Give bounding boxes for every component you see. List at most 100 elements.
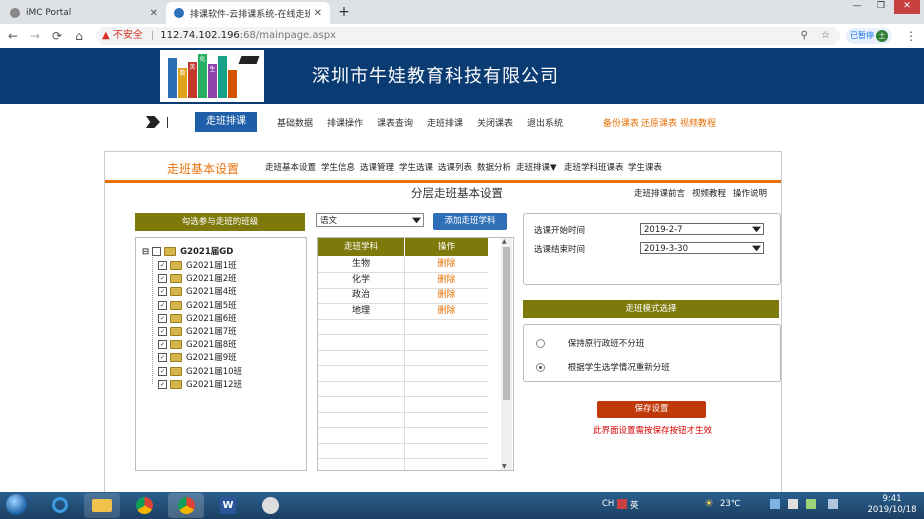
subject-select[interactable]: 语文 — [316, 213, 424, 227]
start-button[interactable] — [6, 494, 27, 515]
scroll-down-icon[interactable]: ▼ — [502, 463, 507, 470]
subject-table: 走班学科 操作 生物 删除 化学 删除 政治 删除 地理 删除 ▲ ▼ — [317, 237, 514, 471]
sub-nav-item[interactable]: 走班学科班课表 — [564, 161, 624, 173]
link-instructions[interactable]: 操作说明 — [733, 187, 767, 199]
tree-item-class[interactable]: ✓ G2021届4班 — [158, 285, 237, 297]
delete-link[interactable]: 删除 — [405, 288, 488, 303]
insecure-label[interactable]: 不安全 — [113, 30, 143, 41]
minimize-button[interactable]: — — [846, 0, 868, 14]
ime-mode-label[interactable]: 英 — [630, 499, 639, 511]
link-preface[interactable]: 走班排课前言 — [634, 187, 685, 199]
sub-nav-item[interactable]: 选课列表 — [438, 161, 472, 173]
tree-item-class[interactable]: ✓ G2021届7班 — [158, 325, 237, 337]
menu-arrow-icon[interactable] — [146, 116, 160, 128]
nav-item-walk-class[interactable]: 走班排课 — [427, 116, 463, 129]
collapse-icon[interactable]: ⊟ — [142, 247, 149, 257]
end-date-field[interactable]: 2019-3-30 — [640, 242, 764, 254]
tree-root[interactable]: ⊟ G2021届GD — [142, 245, 233, 257]
weather-icon[interactable]: ☀ — [704, 497, 714, 510]
network-icon[interactable] — [770, 499, 780, 509]
sub-nav-item[interactable]: 走班基本设置 — [265, 161, 316, 173]
tree-item-class[interactable]: ✓ G2021届9班 — [158, 351, 237, 363]
delete-link[interactable]: 删除 — [405, 257, 488, 272]
word-icon[interactable]: W — [210, 493, 246, 518]
reload-icon[interactable]: ⟳ — [48, 28, 66, 44]
nav-item-basic-data[interactable]: 基础数据 — [277, 116, 313, 129]
root-checkbox[interactable] — [152, 247, 162, 256]
class-checkbox[interactable]: ✓ — [158, 287, 167, 297]
maximize-button[interactable]: ❐ — [870, 0, 892, 14]
radio-button[interactable] — [536, 339, 545, 348]
nav-active-button[interactable]: 走班排课 — [195, 112, 257, 132]
chrome-icon[interactable] — [126, 493, 162, 518]
url-bar[interactable]: ▲ 不安全 | 112.74.102.196:68/mainpage.aspx ⚲ … — [96, 27, 840, 45]
class-checkbox[interactable]: ✓ — [158, 327, 167, 336]
language-indicator[interactable]: CH — [602, 499, 614, 509]
class-checkbox[interactable]: ✓ — [158, 300, 167, 310]
nav-item-scheduling[interactable]: 排课操作 — [327, 116, 363, 129]
link-restore-timetable[interactable]: 还原课表 — [641, 116, 677, 129]
scroll-up-icon[interactable]: ▲ — [502, 238, 507, 245]
class-checkbox[interactable]: ✓ — [158, 313, 167, 323]
nav-item-logout[interactable]: 退出系统 — [527, 116, 563, 129]
scrollbar-thumb[interactable] — [503, 247, 510, 400]
browser-tab-active[interactable]: 排课软件-云排课系统-在线走班排 ✕ — [166, 2, 330, 24]
chrome-icon[interactable] — [168, 493, 204, 518]
link-backup-timetable[interactable]: 备份课表 — [603, 116, 639, 129]
tree-item-class[interactable]: ✓ G2021届8班 — [158, 338, 237, 350]
class-checkbox[interactable]: ✓ — [158, 379, 167, 389]
tree-item-label: G2021届6班 — [186, 313, 237, 324]
sub-nav-item[interactable]: 数据分析 — [477, 161, 511, 173]
action-center-icon[interactable] — [828, 499, 838, 509]
add-subject-button[interactable]: 添加走班学科 — [433, 213, 507, 230]
sub-nav-item[interactable]: 走班排课▼ — [516, 161, 557, 173]
tree-item-class[interactable]: ✓ G2021届6班 — [158, 312, 237, 324]
close-window-button[interactable]: ✕ — [894, 0, 920, 14]
clock[interactable]: 9:41 2019/10/18 — [864, 494, 920, 516]
ie-icon[interactable] — [42, 493, 78, 518]
tree-item-class[interactable]: ✓ G2021届1班 — [158, 259, 237, 271]
tree-item-label: G2021届4班 — [186, 287, 237, 298]
back-icon[interactable]: ← — [4, 28, 22, 44]
tree-item-class[interactable]: ✓ G2021届2班 — [158, 272, 237, 284]
class-checkbox[interactable]: ✓ — [158, 261, 167, 270]
save-settings-button[interactable]: 保存设置 — [597, 401, 706, 418]
new-tab-button[interactable]: + — [334, 3, 354, 21]
ime-icon[interactable] — [617, 499, 627, 509]
forward-icon[interactable]: → — [26, 28, 44, 44]
sub-nav-item[interactable]: 学生选课 — [399, 161, 433, 173]
delete-link[interactable]: 删除 — [405, 304, 488, 319]
battery-icon[interactable] — [806, 499, 816, 509]
sub-nav-item[interactable]: 学生课表 — [628, 161, 662, 173]
class-checkbox[interactable]: ✓ — [158, 353, 167, 363]
tree-item-class[interactable]: ✓ G2021届5班 — [158, 299, 237, 311]
bookmark-star-icon[interactable]: ☆ — [821, 27, 830, 45]
close-icon[interactable]: ✕ — [314, 8, 322, 19]
nav-item-timetable-query[interactable]: 课表查询 — [377, 116, 413, 129]
class-select-header: 勾选参与走班的班级 — [135, 213, 305, 231]
browser-tab-imc[interactable]: iMC Portal ✕ — [2, 2, 166, 24]
tree-item-class[interactable]: ✓ G2021届12班 — [158, 378, 242, 390]
radio-button[interactable] — [536, 363, 545, 372]
class-checkbox[interactable]: ✓ — [158, 366, 167, 376]
nav-item-close-timetable[interactable]: 关闭课表 — [477, 116, 513, 129]
class-checkbox[interactable]: ✓ — [158, 340, 167, 350]
profile-button[interactable]: 已暂停土 — [846, 28, 892, 44]
app-icon[interactable] — [252, 493, 288, 518]
link-video[interactable]: 视频教程 — [692, 187, 726, 199]
home-icon[interactable]: ⌂ — [70, 28, 88, 44]
mode-option-regroup[interactable]: 根据学生选学情况重新分班 — [536, 361, 670, 373]
mode-option-keep[interactable]: 保持原行政班不分班 — [536, 337, 644, 349]
search-icon[interactable]: ⚲ — [801, 27, 808, 45]
menu-icon[interactable]: ⋮ — [902, 28, 920, 44]
close-icon[interactable]: ✕ — [150, 8, 158, 19]
volume-icon[interactable] — [788, 499, 798, 509]
file-explorer-icon[interactable] — [84, 493, 120, 518]
class-checkbox[interactable]: ✓ — [158, 274, 167, 284]
tree-item-class[interactable]: ✓ G2021届10班 — [158, 365, 242, 377]
sub-nav-item[interactable]: 选课管理 — [360, 161, 394, 173]
delete-link[interactable]: 删除 — [405, 273, 488, 288]
start-date-field[interactable]: 2019-2-7 — [640, 223, 764, 235]
link-video-tutorial[interactable]: 视频教程 — [680, 116, 716, 129]
sub-nav-item[interactable]: 学生信息 — [321, 161, 355, 173]
